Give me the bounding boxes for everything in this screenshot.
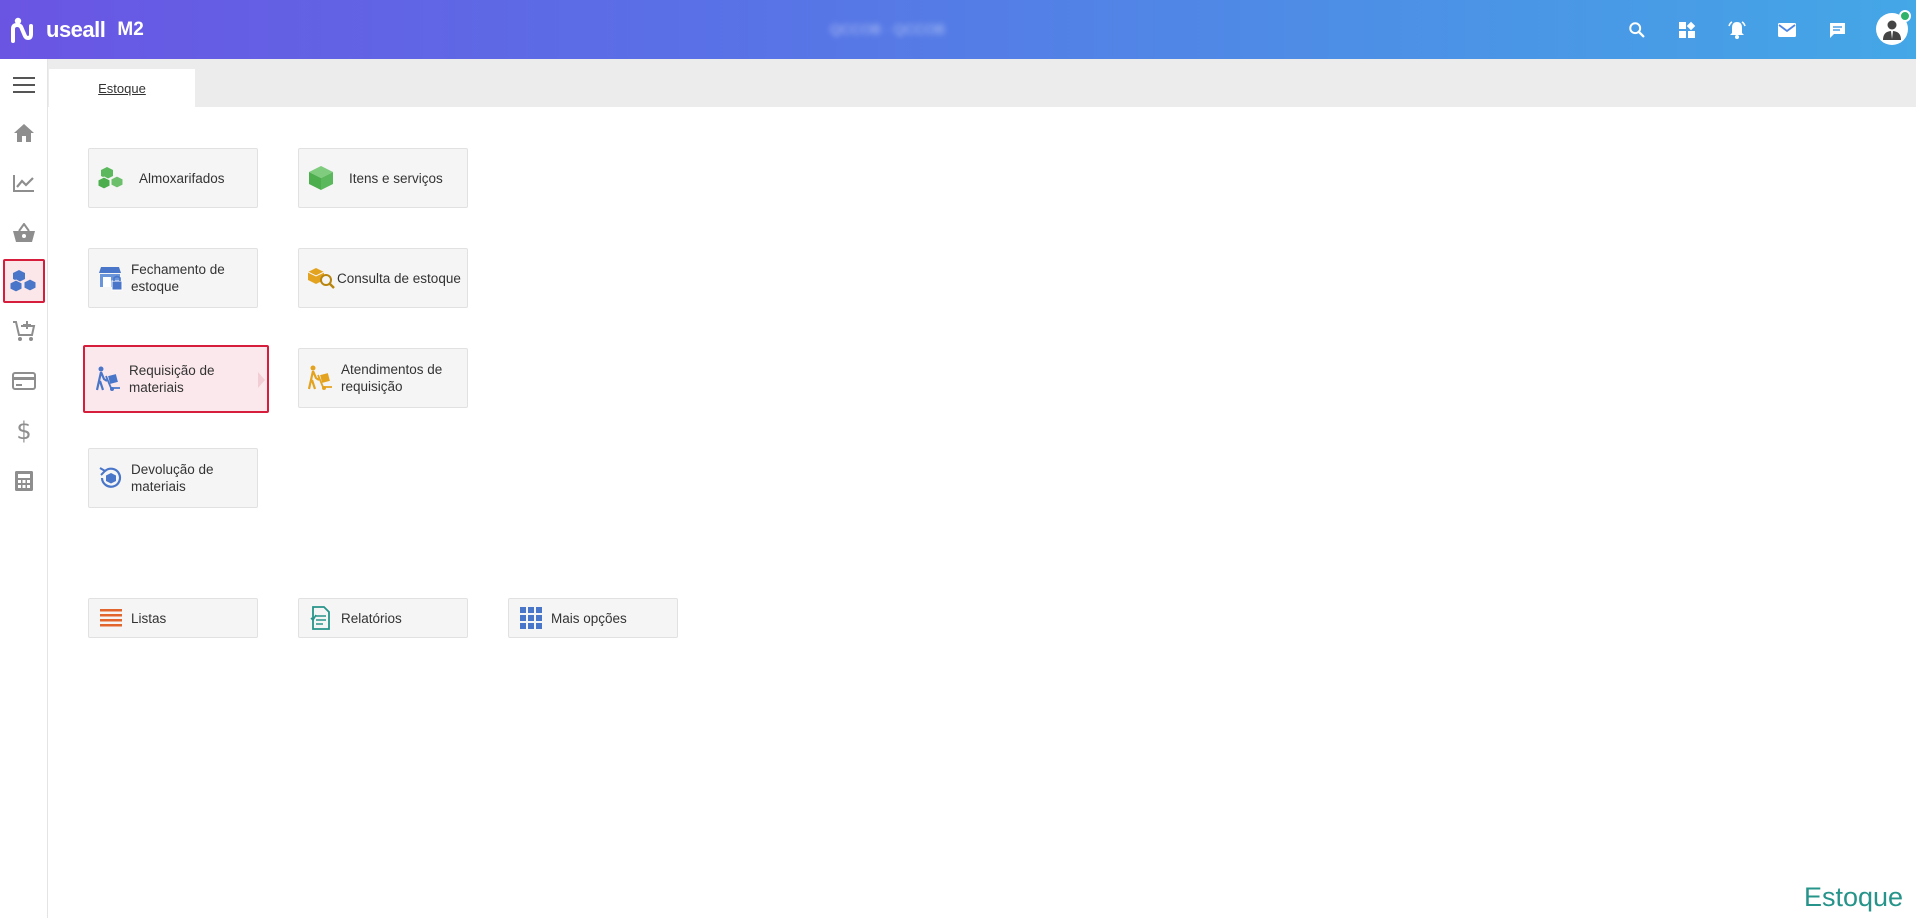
box-search-icon bbox=[307, 264, 335, 292]
alarm-bell-icon[interactable] bbox=[1724, 17, 1750, 43]
button-mais-opcoes[interactable]: Mais opções bbox=[508, 598, 678, 638]
person-hand-truck-icon bbox=[95, 365, 123, 393]
tab-strip: Estoque bbox=[48, 59, 1916, 107]
brand-name: useall bbox=[46, 17, 106, 42]
tile-label: Fechamento de estoque bbox=[131, 262, 225, 294]
module-title: Estoque bbox=[1804, 882, 1904, 912]
list-lines-icon bbox=[97, 604, 125, 632]
calculator-icon bbox=[15, 471, 33, 491]
tab-estoque[interactable]: Estoque bbox=[49, 69, 195, 107]
button-relatorios[interactable]: Relatórios bbox=[298, 598, 468, 638]
credit-card-icon bbox=[12, 372, 36, 390]
sidebar-item-sales[interactable] bbox=[3, 211, 45, 255]
sidebar-item-stock[interactable] bbox=[3, 259, 45, 303]
search-icon[interactable] bbox=[1624, 17, 1650, 43]
cart-add-icon bbox=[13, 321, 36, 341]
warehouse-boxes-icon bbox=[97, 164, 125, 192]
tile-label: Devolução de materiais bbox=[131, 462, 214, 494]
sidebar-item-payments[interactable] bbox=[3, 359, 45, 403]
mail-icon[interactable] bbox=[1774, 17, 1800, 43]
button-label: Mais opções bbox=[551, 610, 627, 626]
home-icon bbox=[14, 124, 34, 142]
online-status-dot bbox=[1899, 10, 1911, 22]
apps-grid-icon[interactable] bbox=[1674, 17, 1700, 43]
tile-itens-e-servicos[interactable]: Itens e serviços bbox=[298, 148, 468, 208]
sidebar-item-purchases[interactable] bbox=[3, 309, 45, 353]
product-name: M2 bbox=[117, 19, 144, 40]
top-bar: useall M2 QCCOB · QCCOB bbox=[0, 0, 1916, 59]
tile-devolucao-de-materiais[interactable]: Devolução de materiais bbox=[88, 448, 258, 508]
trend-chart-icon bbox=[13, 175, 34, 192]
button-listas[interactable]: Listas bbox=[88, 598, 258, 638]
tile-fechamento-de-estoque[interactable]: Fechamento de estoque bbox=[88, 248, 258, 308]
tile-label: Requisição de materiais bbox=[129, 363, 215, 395]
tile-label: Almoxarifados bbox=[139, 170, 225, 186]
tile-label: Itens e serviços bbox=[349, 170, 443, 186]
useall-logo-icon bbox=[11, 17, 33, 43]
chat-icon[interactable] bbox=[1824, 17, 1850, 43]
tab-estoque-label: Estoque bbox=[98, 80, 146, 96]
sidebar: $ bbox=[0, 59, 48, 918]
tile-label: Consulta de estoque bbox=[337, 270, 461, 286]
grid-dots-icon bbox=[517, 604, 545, 632]
tile-almoxarifados[interactable]: Almoxarifados bbox=[88, 148, 258, 208]
tile-requisicao-de-materiais[interactable]: Requisição de materiais bbox=[83, 345, 269, 413]
return-box-icon bbox=[97, 464, 125, 492]
hamburger-menu-icon bbox=[13, 77, 35, 93]
dollar-icon: $ bbox=[16, 417, 32, 445]
sidebar-item-analytics[interactable] bbox=[3, 161, 45, 205]
button-label: Listas bbox=[131, 610, 167, 626]
report-document-icon bbox=[307, 604, 335, 632]
basket-icon bbox=[13, 223, 35, 242]
boxes-icon bbox=[10, 270, 37, 293]
sidebar-item-accounting[interactable] bbox=[3, 459, 45, 503]
tile-label: Atendimentos de requisição bbox=[341, 362, 443, 394]
person-delivery-icon bbox=[307, 364, 335, 392]
company-name-blurred: QCCOB · QCCOB bbox=[830, 21, 946, 37]
button-label: Relatórios bbox=[341, 610, 402, 626]
store-lock-icon bbox=[97, 264, 125, 292]
app-logo[interactable]: useall M2 bbox=[10, 13, 144, 47]
user-avatar[interactable] bbox=[1876, 10, 1911, 45]
sidebar-menu-toggle[interactable] bbox=[3, 63, 45, 107]
box-icon bbox=[307, 164, 335, 192]
tile-atendimentos-de-requisicao[interactable]: Atendimentos de requisição bbox=[298, 348, 468, 408]
sidebar-item-home[interactable] bbox=[3, 111, 45, 155]
sidebar-item-finance[interactable]: $ bbox=[3, 409, 45, 453]
tile-consulta-de-estoque[interactable]: Consulta de estoque bbox=[298, 248, 468, 308]
